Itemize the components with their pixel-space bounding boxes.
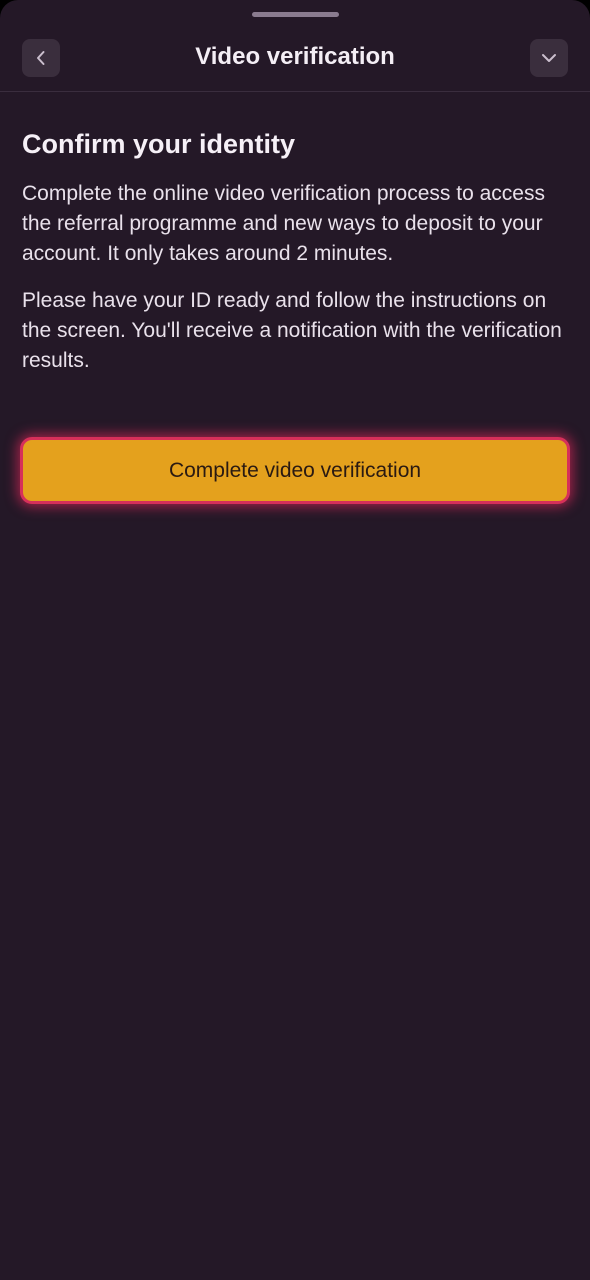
collapse-button[interactable]	[530, 39, 568, 77]
page-title: Video verification	[195, 43, 395, 70]
instructions-paragraph: Please have your ID ready and follow the…	[22, 289, 562, 372]
bottom-sheet: Video verification Confirm your identity…	[0, 0, 590, 1280]
section-heading: Confirm your identity	[22, 129, 296, 159]
sheet-header: Video verification	[0, 0, 590, 92]
complete-video-verification-button[interactable]: Complete video verification	[20, 437, 570, 504]
verification-content: Confirm your identity Complete the onlin…	[22, 127, 568, 376]
description-paragraph: Complete the online video verification p…	[22, 182, 545, 265]
chevron-down-icon	[540, 51, 558, 65]
